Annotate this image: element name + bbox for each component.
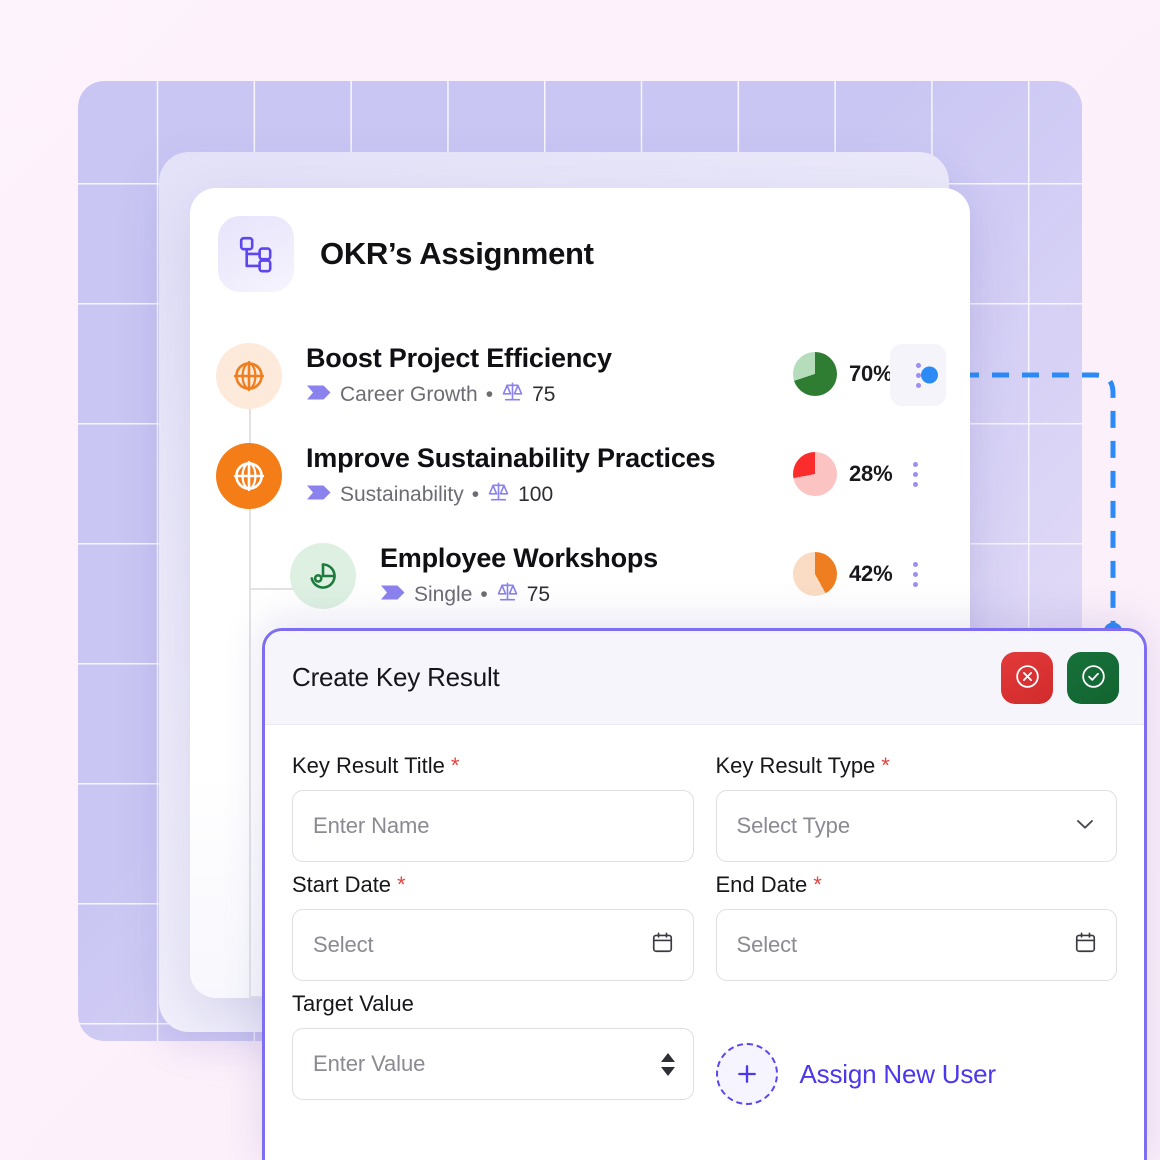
progress-pie-chart [793, 352, 837, 396]
screenshot-root: OKR’s Assignment Boost Project Efficienc… [0, 0, 1160, 1160]
key-result-type-select[interactable]: Select Type [715, 790, 1117, 862]
placeholder-text: Select Type [736, 813, 851, 838]
required-marker: * [881, 753, 890, 778]
okr-meta: Single • 75 [380, 580, 658, 609]
calendar-icon[interactable] [1073, 930, 1098, 960]
okr-meta: Career Growth • 75 [306, 380, 612, 409]
meta-separator: • [485, 382, 494, 406]
field-label: End Date * [716, 872, 1118, 898]
kebab-menu-icon [913, 560, 918, 589]
close-circle-icon [1014, 663, 1041, 693]
field-label: Key Result Title * [292, 753, 694, 779]
meta-separator: • [471, 482, 480, 506]
okr-row[interactable]: Employee Workshops Single • 75 [290, 538, 658, 614]
okr-progress-group: 70% [793, 352, 893, 396]
key-result-title-input[interactable]: Enter Name [292, 790, 694, 862]
modal-body: Key Result Title * Enter Name Key Result… [265, 725, 1144, 1110]
placeholder-text: Select [313, 932, 374, 957]
meta-separator: • [480, 582, 488, 606]
okr-text: Improve Sustainability Practices Sustain… [306, 443, 715, 509]
okr-row[interactable]: Boost Project Efficiency Career Growth •… [216, 338, 612, 414]
okr-menu-button[interactable] [913, 560, 918, 589]
assign-new-user-label: Assign New User [799, 1058, 997, 1089]
calendar-icon[interactable] [650, 930, 675, 960]
label-text: Key Result Type [715, 753, 876, 778]
card-header: OKR’s Assignment [190, 188, 970, 292]
flag-chevron-icon [380, 583, 406, 607]
okr-menu-button[interactable] [890, 344, 946, 406]
placeholder-text: Select [736, 932, 798, 957]
okr-name: Boost Project Efficiency [306, 342, 612, 373]
form-grid: Key Result Title * Enter Name Key Result… [292, 753, 1117, 991]
okr-category: Career Growth [340, 382, 478, 406]
okr-weight: 75 [526, 582, 551, 606]
okr-menu-button[interactable] [913, 460, 918, 489]
progress-label: 28% [849, 461, 893, 486]
target-icon [216, 343, 282, 409]
okr-name: Improve Sustainability Practices [306, 442, 716, 473]
end-date-input[interactable]: Select [715, 909, 1117, 981]
field-key-result-type: Key Result Type * Select Type [715, 753, 1118, 862]
target-icon [216, 443, 282, 509]
balance-scale-icon [501, 380, 524, 409]
plus-icon[interactable] [715, 1043, 778, 1105]
bottom-row: Target Value Enter Value Assign New User [292, 991, 1117, 1110]
balance-scale-icon [487, 480, 510, 509]
placeholder-text: Enter Value [313, 1051, 426, 1076]
field-label: Target Value [292, 991, 694, 1017]
cancel-button[interactable] [1001, 651, 1053, 704]
kebab-menu-icon [915, 361, 921, 390]
required-marker: * [397, 872, 406, 897]
number-stepper-icon[interactable] [660, 1052, 675, 1076]
okr-progress-group: 42% [793, 552, 893, 596]
page-title: OKR’s Assignment [320, 236, 594, 271]
okr-category: Sustainability [340, 482, 464, 506]
target-value-input[interactable]: Enter Value [292, 1028, 694, 1100]
okr-row[interactable]: Improve Sustainability Practices Sustain… [216, 438, 715, 514]
chevron-down-icon [1072, 811, 1098, 842]
modal-title: Create Key Result [292, 662, 500, 692]
required-marker: * [450, 753, 460, 778]
okr-text: Employee Workshops Single • 75 [380, 543, 658, 609]
label-text: End Date [715, 872, 808, 897]
start-date-input[interactable]: Select [292, 909, 694, 981]
field-label: Start Date * [292, 872, 694, 898]
placeholder-text: Enter Name [313, 813, 430, 838]
modal-header: Create Key Result [265, 631, 1144, 725]
okr-progress-group: 28% [793, 452, 893, 496]
modal-actions [1001, 651, 1119, 704]
field-target-value: Target Value Enter Value [292, 991, 694, 1100]
kebab-menu-icon [913, 460, 918, 489]
okr-name: Employee Workshops [380, 542, 658, 573]
balance-scale-icon [496, 580, 519, 609]
required-marker: * [813, 872, 822, 897]
okr-meta: Sustainability • 100 [306, 480, 715, 509]
tree-line-vertical-2 [249, 588, 251, 998]
progress-pie-chart [793, 452, 837, 496]
okr-list [190, 292, 970, 328]
field-key-result-title: Key Result Title * Enter Name [292, 753, 694, 862]
label-text: Target Value [292, 991, 414, 1016]
confirm-button[interactable] [1067, 651, 1119, 704]
progress-label: 70% [849, 361, 893, 386]
assign-new-user-button[interactable]: Assign New User [715, 1038, 1118, 1110]
progress-pie-chart [793, 552, 837, 596]
check-circle-icon [1080, 663, 1107, 693]
okr-weight: 75 [532, 382, 556, 406]
progress-label: 42% [849, 561, 893, 586]
okr-category: Single [414, 582, 473, 606]
donut-chart-icon [290, 543, 356, 609]
field-end-date: End Date * Select [715, 872, 1118, 981]
flag-chevron-icon [306, 483, 332, 507]
okr-weight: 100 [518, 482, 554, 506]
label-text: Key Result Title [292, 753, 445, 778]
field-start-date: Start Date * Select [292, 872, 694, 981]
okr-text: Boost Project Efficiency Career Growth •… [306, 343, 612, 409]
hierarchy-icon [218, 216, 294, 292]
connector-node-dot [921, 366, 938, 384]
field-label: Key Result Type * [716, 753, 1118, 779]
label-text: Start Date [292, 872, 392, 897]
flag-chevron-icon [306, 383, 332, 407]
create-key-result-modal: Create Key Result Key Result Title * Ent… [262, 628, 1147, 1160]
